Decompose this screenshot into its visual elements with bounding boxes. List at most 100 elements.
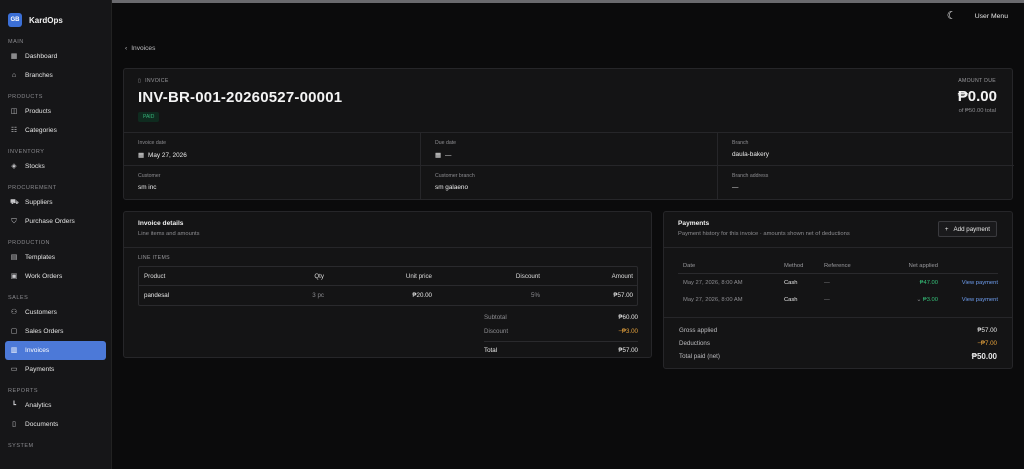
moon-icon[interactable]: ☾: [947, 10, 959, 22]
net-value: ₱50.00: [971, 352, 997, 361]
customer-branch-label: Customer branch: [435, 173, 475, 179]
invoice-number: INV-BR-001-20260527-00001: [138, 89, 343, 106]
customer-cell: Customer sm inc: [124, 166, 421, 200]
cell-reference: —: [824, 279, 830, 286]
sidebar-item-categories[interactable]: ☷ Categories: [5, 121, 106, 140]
subtotal-label: Subtotal: [484, 313, 507, 321]
customer-branch-cell: Customer branch sm galaeno: [421, 166, 718, 200]
sidebar-item-products[interactable]: ◫ Products: [5, 102, 106, 121]
sidebar-item-label: Templates: [25, 254, 56, 261]
chart-icon: ┗: [11, 401, 17, 409]
table-header-row: Product Qty Unit price Discount Amount: [139, 267, 637, 286]
invoice-label-text: INVOICE: [145, 78, 169, 84]
sidebar-item-label: Documents: [25, 421, 59, 428]
sidebar-item-suppliers[interactable]: ⛟ Suppliers: [5, 193, 106, 212]
nav-section-production: PRODUCTION: [8, 240, 50, 246]
cell-date: May 27, 2026, 8:00 AM: [683, 279, 743, 286]
divider: [124, 247, 651, 248]
branch-value: daula-bakery: [732, 151, 769, 158]
customer-branch-value: sm galaeno: [435, 184, 469, 191]
sidebar-item-invoices[interactable]: ▥ Invoices: [5, 341, 106, 360]
sidebar-item-branches[interactable]: ⌂ Branches: [5, 66, 106, 85]
sidebar-item-label: Analytics: [25, 402, 52, 409]
sidebar-item-dashboard[interactable]: ▦ Dashboard: [5, 47, 106, 66]
column-header-reference: Reference: [824, 262, 851, 269]
brand[interactable]: GB KardOps: [0, 0, 111, 30]
table-row: May 27, 2026, 8:00 AM Cash — ₱47.00 View…: [678, 274, 998, 291]
card-icon: ▭: [10, 365, 18, 373]
branch-address-label: Branch address: [732, 173, 769, 179]
sidebar-item-documents[interactable]: ▯ Documents: [5, 415, 106, 434]
sidebar-item-label: Sales Orders: [25, 328, 64, 335]
sidebar-item-label: Categories: [25, 127, 57, 134]
invoice-details-card: Invoice details Line items and amounts L…: [123, 211, 652, 358]
invoice-date-label: Invoice date: [138, 140, 166, 146]
sidebar-item-label: Invoices: [25, 347, 50, 354]
net-applied-value: ₱3.00: [922, 296, 938, 303]
calendar-icon: ▦: [138, 152, 145, 159]
invoice-date-value: May 27, 2026: [148, 151, 187, 159]
truck-icon: ⛟: [10, 198, 19, 206]
subtotal-row: Subtotal ₱60.00: [484, 310, 638, 324]
sidebar-item-templates[interactable]: ▤ Templates: [5, 248, 106, 267]
brand-logo: GB: [8, 13, 22, 27]
sidebar-item-analytics[interactable]: ┗ Analytics: [5, 396, 106, 415]
divider: [664, 247, 1012, 248]
sidebar-item-customers[interactable]: ⚇ Customers: [5, 303, 106, 322]
order-icon: ▢: [10, 327, 18, 335]
back-to-invoices-link[interactable]: ‹ Invoices: [125, 45, 155, 52]
back-link-label: Invoices: [131, 45, 156, 52]
store-icon: ⌂: [11, 71, 17, 79]
nav-section-products: PRODUCTS: [8, 94, 43, 100]
view-payment-link[interactable]: View payment: [938, 297, 998, 303]
calendar-icon: ▦: [435, 152, 442, 159]
brand-name: KardOps: [29, 15, 63, 25]
amount-due-value: ₱0.00: [957, 88, 997, 105]
amount-due-label: AMOUNT DUE: [958, 78, 996, 84]
nav-section-sales: SALES: [8, 295, 29, 301]
cell-qty: 3 pc: [312, 292, 324, 299]
user-menu-button[interactable]: User Menu: [975, 13, 1008, 20]
sidebar-item-label: Payments: [25, 366, 55, 373]
nav-section-system: SYSTEM: [8, 443, 34, 449]
sidebar-item-purchase-orders[interactable]: ⛉ Purchase Orders: [5, 212, 106, 231]
cell-date: May 27, 2026, 8:00 AM: [683, 296, 743, 303]
topbar-actions: ☾ User Menu: [947, 10, 1008, 22]
nav-section-main: MAIN: [8, 39, 24, 45]
add-payment-label: Add payment: [953, 225, 990, 233]
nav-section-inventory: INVENTORY: [8, 149, 45, 155]
sidebar: GB KardOps MAIN ▦ Dashboard ⌂ Branches PRO…: [0, 0, 112, 469]
due-date-value: —: [445, 151, 452, 159]
customer-value: sm inc: [138, 184, 157, 191]
cell-amount: ₱57.00: [613, 292, 633, 299]
add-payment-button[interactable]: + Add payment: [937, 221, 997, 237]
total-row: Total ₱57.00: [484, 341, 638, 358]
sidebar-item-work-orders[interactable]: ▣ Work Orders: [5, 267, 106, 286]
sidebar-item-label: Work Orders: [25, 273, 63, 280]
sidebar-item-label: Customers: [25, 309, 57, 316]
cell-product: pandesal: [144, 292, 170, 299]
payments-title: Payments: [678, 220, 710, 227]
column-header-discount: Discount: [515, 272, 540, 280]
template-icon: ▤: [10, 253, 18, 261]
column-header-date: Date: [683, 262, 696, 269]
discount-label: Discount: [484, 327, 509, 335]
sidebar-item-stocks[interactable]: ◈ Stocks: [5, 157, 106, 176]
sidebar-item-label: Branches: [25, 72, 53, 79]
invoice-icon: ▥: [10, 346, 18, 354]
category-icon: ☷: [10, 126, 18, 134]
workorder-icon: ▣: [10, 272, 18, 280]
plus-icon: +: [944, 225, 949, 233]
cell-method: Cash: [784, 279, 798, 286]
nav-section-procurement: PROCUREMENT: [8, 185, 57, 191]
cell-net-applied: ⌄ ₱3.00: [884, 297, 938, 303]
view-payment-link[interactable]: View payment: [938, 280, 998, 286]
payment-summary: Gross applied ₱57.00 Deductions −₱7.00 T…: [664, 317, 1012, 363]
sidebar-item-label: Dashboard: [25, 53, 58, 60]
customer-label: Customer: [138, 173, 161, 179]
sidebar-item-sales-orders[interactable]: ▢ Sales Orders: [5, 322, 106, 341]
status-badge: PAID: [138, 112, 160, 122]
cell-net-applied: ₱47.00: [919, 279, 938, 286]
net-row: Total paid (net) ₱50.00: [679, 350, 997, 363]
sidebar-item-payments[interactable]: ▭ Payments: [5, 360, 106, 379]
